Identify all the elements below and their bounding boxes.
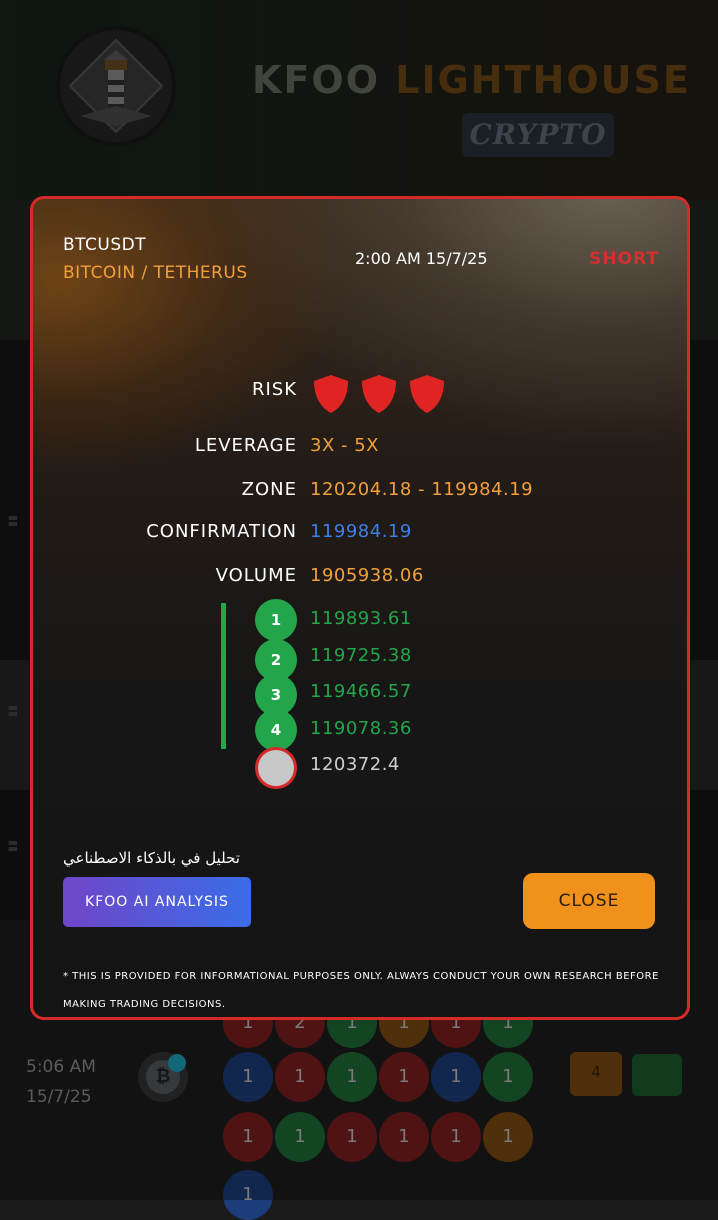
ai-caption: تحليل في بالذكاء الاصطناعي (63, 849, 240, 867)
zone-label: ZONE (241, 479, 297, 500)
pair-name: BITCOIN / TETHERUS (63, 263, 248, 283)
symbol: BTCUSDT (63, 235, 147, 255)
leverage-label: LEVERAGE (194, 435, 297, 456)
leverage-value: 3X - 5X (310, 435, 380, 456)
signal-timestamp: 2:00 AM 15/7/25 (355, 249, 488, 268)
confirmation-label: CONFIRMATION (146, 521, 297, 542)
target-value: 119078.36 (310, 718, 412, 739)
close-button[interactable]: CLOSE (523, 873, 655, 929)
confirmation-value: 119984.19 (310, 521, 412, 542)
risk-label: RISK (251, 379, 297, 400)
targets-progress-bar (221, 603, 226, 749)
target-number: 1 (255, 599, 297, 641)
shield-icon (407, 373, 447, 415)
ai-analysis-button[interactable]: KFOO AI ANALYSIS (63, 877, 251, 927)
target-value: 119466.57 (310, 681, 412, 702)
stop-loss-value: 120372.4 (310, 754, 400, 775)
signal-modal: BTCUSDT BITCOIN / TETHERUS 2:00 AM 15/7/… (30, 196, 690, 1020)
volume-value: 1905938.06 (310, 565, 424, 586)
target-value: 119893.61 (310, 608, 412, 629)
target-value: 119725.38 (310, 645, 412, 666)
volume-label: VOLUME (215, 565, 297, 586)
shield-icon (359, 373, 399, 415)
zone-value: 120204.18 - 119984.19 (310, 479, 534, 500)
shield-icon (311, 373, 351, 415)
target-number: 4 (255, 709, 297, 751)
direction-badge: SHORT (589, 249, 659, 269)
stop-loss-marker (255, 747, 297, 789)
disclaimer-text: * THIS IS PROVIDED FOR INFORMATIONAL PUR… (63, 971, 659, 1010)
